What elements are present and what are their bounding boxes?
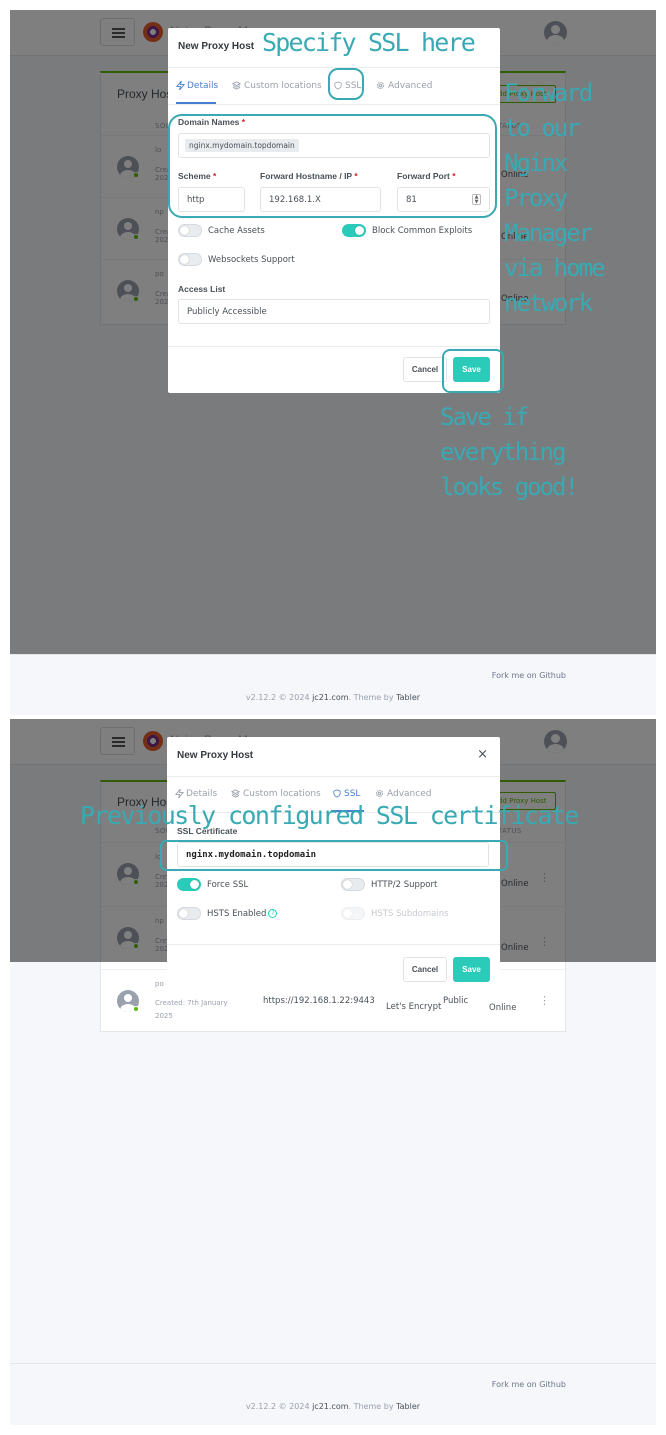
more-vertical-icon[interactable]: ⋮ — [539, 994, 550, 1007]
row-status: Online — [489, 1003, 517, 1013]
jc21-link[interactable]: jc21.com — [312, 1402, 348, 1411]
footer-version: v2.12.2 © 2024 jc21.com. Theme by Tabler — [245, 1402, 421, 1411]
annotation-box-ssl-tab — [328, 68, 364, 100]
annotation-box-forward-fields — [168, 114, 497, 218]
tab-details[interactable]: Details — [186, 789, 217, 799]
tab-custom-locations[interactable]: Custom locations — [243, 789, 321, 799]
annotation-specify-ssl: Specify SSL here — [262, 28, 476, 57]
hsts-subdomains-label: HSTS Subdomains — [371, 909, 449, 919]
cancel-button[interactable]: Cancel — [403, 957, 447, 982]
layers-icon — [232, 81, 241, 90]
row-destination: https://192.168.1.22:9443 — [263, 996, 375, 1006]
websockets-toggle[interactable] — [178, 253, 202, 266]
tab-advanced[interactable]: Advanced — [387, 789, 431, 799]
block-exploits-toggle[interactable] — [342, 224, 366, 237]
cache-assets-toggle[interactable] — [178, 224, 202, 237]
bolt-icon — [175, 789, 184, 798]
footer-version: v2.12.2 © 2024 jc21.com. Theme by Tabler — [245, 693, 421, 702]
cache-assets-label: Cache Assets — [208, 226, 265, 236]
row-created: Created: 7th January 2025 — [155, 999, 228, 1020]
jc21-link[interactable]: jc21.com — [312, 693, 348, 702]
annotation-save-if: Save if everything looks good! — [440, 403, 579, 501]
close-icon[interactable]: × — [477, 747, 488, 762]
page-footer: Fork me on Github v2.12.2 © 2024 jc21.co… — [10, 654, 656, 715]
bolt-icon — [176, 81, 185, 90]
save-button[interactable]: Save — [453, 957, 490, 982]
layers-icon — [231, 789, 240, 798]
github-link[interactable]: Fork me on Github — [492, 671, 566, 680]
modal-title: New Proxy Host — [178, 41, 255, 52]
tabler-link[interactable]: Tabler — [396, 693, 420, 702]
cancel-button[interactable]: Cancel — [403, 357, 447, 382]
hsts-toggle[interactable] — [177, 907, 201, 920]
gear-icon — [375, 789, 384, 798]
hsts-label: HSTS Enabled? — [207, 909, 278, 919]
annotation-box-ssl-certificate — [160, 840, 508, 871]
block-exploits-label: Block Common Exploits — [372, 226, 473, 236]
tabler-link[interactable]: Tabler — [396, 1402, 420, 1411]
tab-details[interactable]: Details — [187, 81, 218, 91]
http2-toggle[interactable] — [341, 878, 365, 891]
gear-icon — [376, 81, 385, 90]
modal-title: New Proxy Host — [177, 750, 254, 761]
annotation-previously-configured: Previously configured SSL certificate — [80, 801, 579, 830]
screenshot-panel-1: Nginx Proxy Manager Proxy Hosts Add Prox… — [10, 10, 656, 715]
row-access: Public — [443, 996, 469, 1006]
force-ssl-label: Force SSL — [207, 880, 249, 890]
force-ssl-toggle[interactable] — [177, 878, 201, 891]
access-list-label: Access List — [178, 284, 226, 294]
http2-label: HTTP/2 Support — [371, 880, 438, 890]
help-icon[interactable]: ? — [268, 909, 278, 918]
screenshot-panel-2: Nginx Proxy Manager Proxy Hosts Add Prox… — [10, 719, 656, 1425]
online-dot — [133, 1006, 139, 1012]
shield-icon — [333, 789, 341, 798]
annotation-forward: Forward to our Nginx Proxy Manager via h… — [504, 79, 606, 317]
tab-custom-locations[interactable]: Custom locations — [244, 81, 322, 91]
websockets-label: Websockets Support — [208, 255, 295, 265]
github-link[interactable]: Fork me on Github — [492, 1380, 566, 1389]
annotation-box-save — [442, 349, 504, 393]
access-list-select[interactable]: Publicly Accessible — [178, 299, 490, 324]
tab-ssl[interactable]: SSL — [344, 789, 360, 799]
page-footer: Fork me on Github v2.12.2 © 2024 jc21.co… — [10, 1363, 656, 1425]
tab-advanced[interactable]: Advanced — [388, 81, 432, 91]
hsts-subdomains-toggle — [341, 907, 365, 920]
row-ssl: Let's Encrypt — [386, 1002, 442, 1012]
